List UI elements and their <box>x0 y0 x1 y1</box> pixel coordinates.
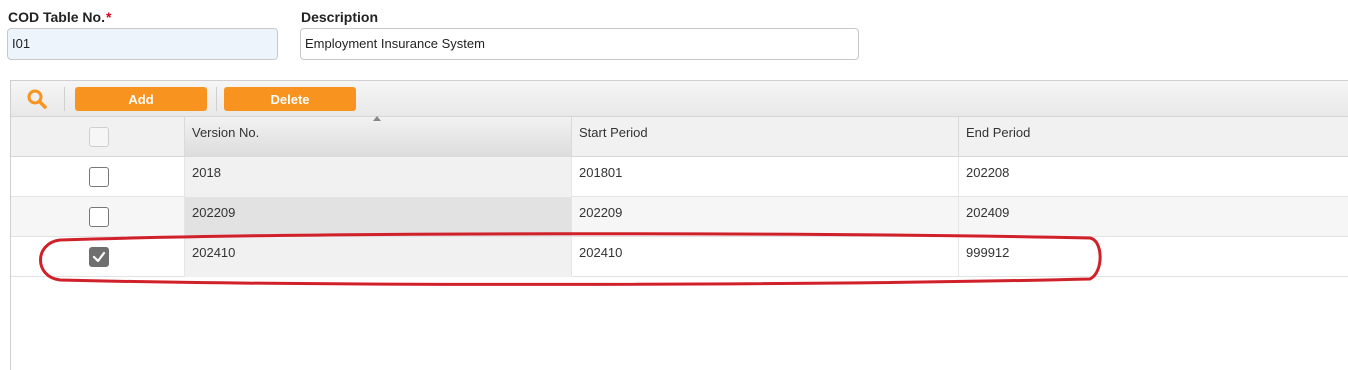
row-select-cell <box>11 197 185 237</box>
row-select-cell <box>11 157 185 197</box>
version-cell: 202410 <box>185 237 572 277</box>
toolbar-divider <box>64 87 65 111</box>
column-header-version[interactable]: Version No. <box>185 116 572 157</box>
end-period-cell: 999912 <box>966 245 1010 260</box>
table-row[interactable]: 2018 201801 202208 <box>11 157 1348 197</box>
select-all-cell <box>11 117 185 157</box>
sort-ascending-icon <box>373 116 381 121</box>
start-period-cell: 202410 <box>572 237 959 277</box>
grid-toolbar: Add Delete <box>11 81 1348 117</box>
row-checkbox[interactable] <box>89 247 109 267</box>
table-no-field[interactable]: I01 <box>7 28 278 60</box>
grid-header: Version No. Start Period End Period <box>11 116 1348 157</box>
row-select-cell <box>11 237 185 277</box>
description-label: Description <box>301 9 379 25</box>
description-field[interactable]: Employment Insurance System <box>300 28 859 60</box>
required-mark: * <box>105 9 112 25</box>
version-cell: 2018 <box>185 157 572 197</box>
column-header-end-period[interactable]: End Period <box>959 117 1348 157</box>
row-checkbox[interactable] <box>89 167 109 187</box>
table-row[interactable]: 202410 202410 999912 <box>11 237 1348 277</box>
row-checkbox[interactable] <box>89 207 109 227</box>
table-row[interactable]: 202209 202209 202409 <box>11 197 1348 237</box>
end-period-cell: 202409 <box>966 205 1010 220</box>
toolbar-divider <box>216 87 217 111</box>
delete-button[interactable]: Delete <box>224 87 356 111</box>
end-period-cell: 202208 <box>966 165 1010 180</box>
select-all-checkbox[interactable] <box>89 127 109 147</box>
search-icon[interactable] <box>25 87 51 111</box>
column-header-start-period[interactable]: Start Period <box>572 117 959 157</box>
start-period-cell: 202209 <box>572 197 959 237</box>
version-cell: 202209 <box>185 197 572 237</box>
column-header-version-label: Version No. <box>192 125 260 140</box>
start-period-cell: 201801 <box>572 157 959 197</box>
checkmark-icon <box>92 251 106 263</box>
add-button[interactable]: Add <box>75 87 207 111</box>
table-no-label: COD Table No.* <box>8 9 112 25</box>
version-grid: Add Delete Version No. Start Period End … <box>10 80 1348 370</box>
